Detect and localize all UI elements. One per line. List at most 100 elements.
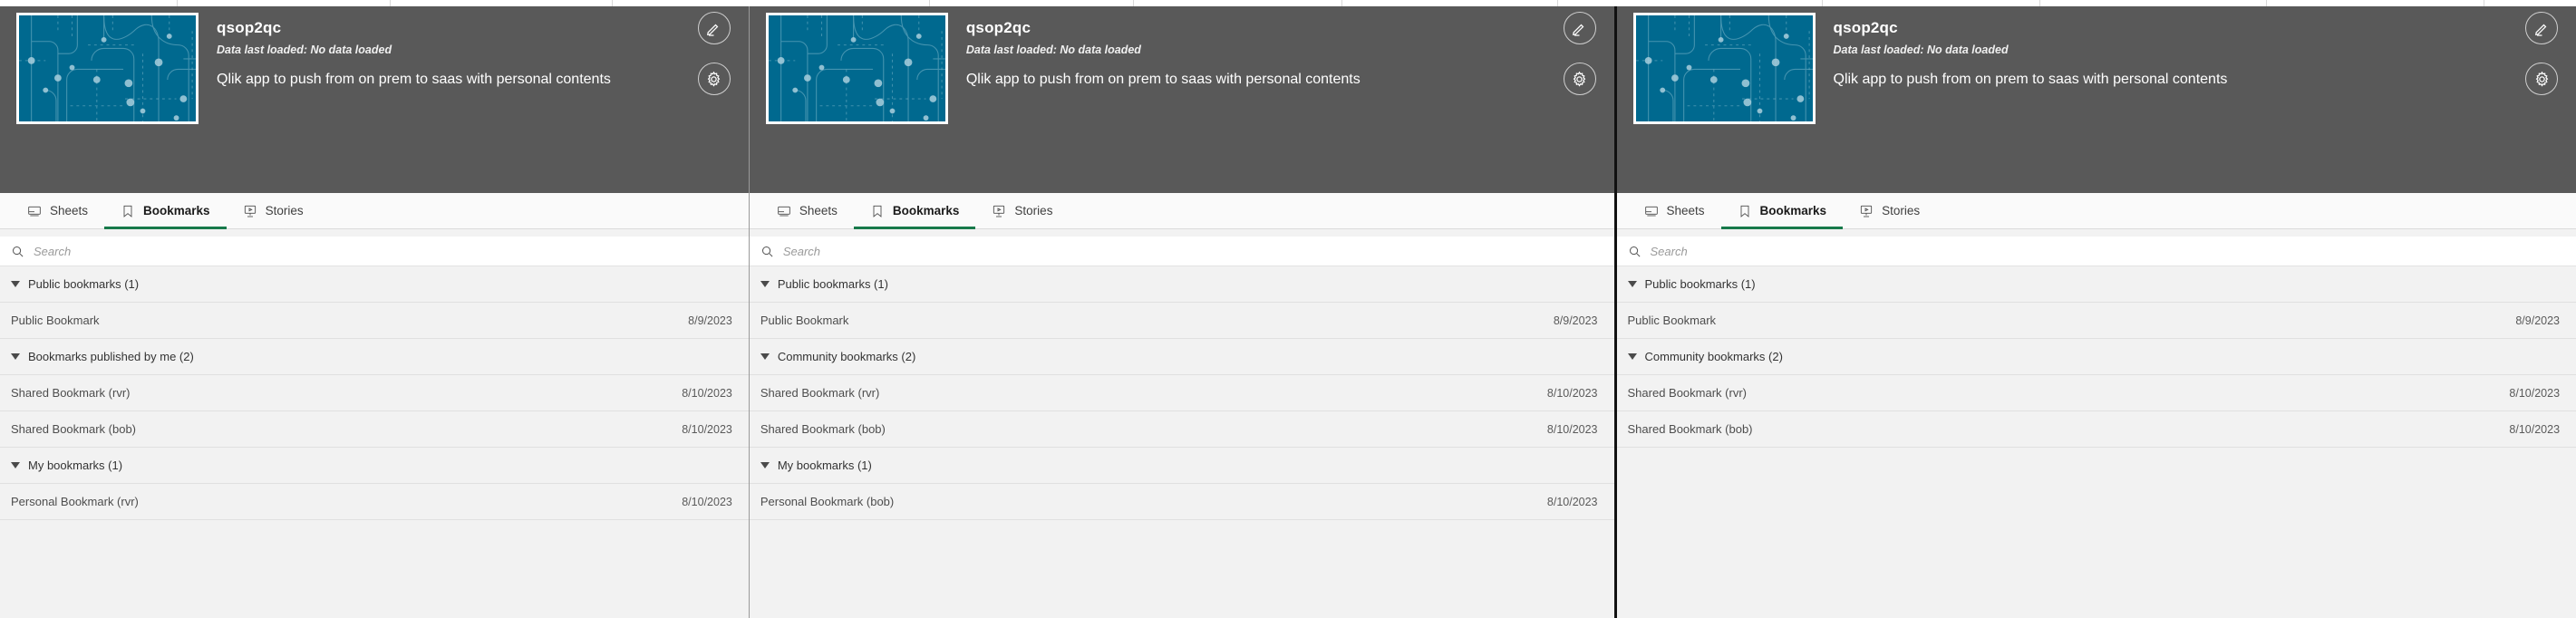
bookmark-name: Public Bookmark — [11, 314, 100, 327]
search-box[interactable] — [1616, 237, 2576, 266]
app-header-actions — [1563, 12, 1596, 113]
bookmark-group-header[interactable]: Community bookmarks (2) — [1616, 339, 2576, 375]
bookmark-row[interactable]: Public Bookmark 8/9/2023 — [749, 303, 1614, 339]
bookmark-row[interactable]: Personal Bookmark (bob) 8/10/2023 — [749, 484, 1614, 520]
bookmark-name: Shared Bookmark (rvr) — [760, 386, 880, 400]
gear-icon — [1573, 71, 1586, 87]
app-title: qsop2qc — [1833, 19, 1898, 36]
bookmark-group-header[interactable]: Public bookmarks (1) — [0, 266, 749, 303]
tab-sheets[interactable]: Sheets — [11, 193, 104, 228]
app-meta: qsop2qc Data last loaded: No data loaded… — [217, 13, 611, 88]
app-thumbnail — [765, 13, 948, 124]
app-settings-button[interactable] — [2525, 63, 2559, 95]
tab-stories[interactable]: Stories — [1843, 193, 1936, 228]
bookmark-group-header[interactable]: Public bookmarks (1) — [749, 266, 1614, 303]
bookmark-row[interactable]: Shared Bookmark (rvr) 8/10/2023 — [1616, 375, 2576, 411]
bookmark-row[interactable]: Shared Bookmark (bob) 8/10/2023 — [0, 411, 749, 448]
bookmark-name: Shared Bookmark (rvr) — [1627, 386, 1747, 400]
bookmark-group-header[interactable]: Public bookmarks (1) — [1616, 266, 2576, 303]
edit-app-button[interactable] — [697, 12, 731, 44]
app-settings-button[interactable] — [1563, 63, 1596, 95]
app-description: Qlik app to push from on prem to saas wi… — [965, 71, 1361, 87]
bookmark-group-header[interactable]: Bookmarks published by me (2) — [0, 339, 749, 375]
edit-app-button[interactable] — [1563, 12, 1596, 44]
search-input[interactable] — [34, 244, 749, 258]
search-icon — [761, 246, 773, 256]
bookmark-group-label: My bookmarks (1) — [777, 459, 872, 472]
tab-label: Stories — [1882, 204, 1921, 217]
bookmark-name: Personal Bookmark (bob) — [760, 495, 895, 508]
tab-bookmarks[interactable]: Bookmarks — [853, 193, 976, 229]
caret-down-icon[interactable] — [11, 281, 20, 287]
caret-down-icon[interactable] — [1627, 353, 1637, 360]
caret-down-icon[interactable] — [11, 462, 20, 468]
panel-3: qsop2qc Data last loaded: No data loaded… — [1616, 0, 2576, 618]
search-input[interactable] — [1650, 244, 2576, 258]
caret-down-icon[interactable] — [760, 281, 770, 287]
bookmark-group-header[interactable]: My bookmarks (1) — [0, 448, 749, 484]
bookmark-name: Public Bookmark — [760, 314, 849, 327]
app-meta: qsop2qc Data last loaded: No data loaded… — [966, 13, 1361, 88]
gear-icon — [708, 71, 721, 87]
app-header: qsop2qc Data last loaded: No data loaded… — [0, 0, 749, 193]
bookmark-name: Shared Bookmark (rvr) — [11, 386, 131, 400]
tab-label: Stories — [265, 204, 304, 217]
tab-sheets[interactable]: Sheets — [1628, 193, 1721, 228]
bookmark-row[interactable]: Shared Bookmark (bob) 8/10/2023 — [749, 411, 1614, 448]
app-title: qsop2qc — [217, 19, 282, 36]
bookmark-group-label: Public bookmarks (1) — [777, 277, 888, 291]
tab-bookmarks[interactable]: Bookmarks — [1720, 193, 1844, 229]
caret-down-icon[interactable] — [760, 462, 770, 468]
bookmark-row[interactable]: Public Bookmark 8/9/2023 — [1616, 303, 2576, 339]
app-header: qsop2qc Data last loaded: No data loaded… — [1616, 0, 2576, 193]
bookmark-list: Public bookmarks (1) Public Bookmark 8/9/2… — [749, 266, 1614, 618]
tab-bookmarks[interactable]: Bookmarks — [104, 193, 227, 229]
bookmark-date: 8/10/2023 — [682, 495, 732, 508]
caret-down-icon[interactable] — [760, 353, 770, 360]
search-icon — [1629, 246, 1640, 256]
bookmark-row[interactable]: Shared Bookmark (bob) 8/10/2023 — [1616, 411, 2576, 448]
panel-1: qsop2qc Data last loaded: No data loaded… — [0, 0, 749, 618]
app-meta: qsop2qc Data last loaded: No data loaded… — [1834, 13, 2228, 88]
bookmark-row[interactable]: Personal Bookmark (rvr) 8/10/2023 — [0, 484, 749, 520]
search-box[interactable] — [749, 237, 1614, 266]
search-box[interactable] — [0, 237, 749, 266]
tab-stories[interactable]: Stories — [975, 193, 1069, 228]
sheets-icon — [1644, 204, 1659, 218]
app-settings-button[interactable] — [697, 63, 731, 95]
bookmark-list: Public bookmarks (1) Public Bookmark 8/9/2… — [1616, 266, 2576, 618]
three-panel-comparison: qsop2qc Data last loaded: No data loaded… — [0, 0, 2576, 618]
bookmark-list: Public bookmarks (1) Public Bookmark 8/9/2… — [0, 266, 749, 618]
bookmark-date: 8/10/2023 — [682, 386, 732, 400]
pencil-icon — [1573, 24, 1584, 36]
section-tabbar: Sheets Bookmarks Stories — [0, 193, 749, 229]
bookmark-row[interactable]: Public Bookmark 8/9/2023 — [0, 303, 749, 339]
bookmark-group-header[interactable]: Community bookmarks (2) — [749, 339, 1614, 375]
bookmark-group-label: Community bookmarks (2) — [777, 350, 916, 363]
bookmark-date: 8/9/2023 — [1553, 314, 1598, 327]
bookmark-group-header[interactable]: My bookmarks (1) — [749, 448, 1614, 484]
app-thumbnail — [16, 13, 199, 124]
tab-label: Sheets — [1666, 204, 1705, 217]
bookmark-date: 8/10/2023 — [2509, 386, 2561, 400]
bookmark-row[interactable]: Shared Bookmark (rvr) 8/10/2023 — [0, 375, 749, 411]
search-area — [1616, 229, 2576, 266]
tab-stories[interactable]: Stories — [227, 193, 320, 228]
edit-app-button[interactable] — [2525, 12, 2559, 44]
tab-sheets[interactable]: Sheets — [760, 193, 854, 228]
bookmark-name: Shared Bookmark (bob) — [760, 422, 886, 436]
bookmark-name: Public Bookmark — [1627, 314, 1717, 327]
app-last-loaded: Data last loaded: No data loaded — [217, 43, 392, 56]
bookmark-date: 8/9/2023 — [688, 314, 732, 327]
app-title: qsop2qc — [965, 19, 1031, 36]
bookmark-row[interactable]: Shared Bookmark (rvr) 8/10/2023 — [749, 375, 1614, 411]
caret-down-icon[interactable] — [1627, 281, 1637, 287]
caret-down-icon[interactable] — [11, 353, 20, 360]
search-input[interactable] — [782, 244, 1614, 258]
tab-label: Stories — [1014, 204, 1053, 217]
bookmark-group-label: Community bookmarks (2) — [1644, 350, 1783, 363]
section-tabbar: Sheets Bookmarks Stories — [749, 193, 1614, 229]
story-icon — [243, 204, 257, 218]
tab-label: Bookmarks — [1759, 204, 1827, 217]
tab-label: Bookmarks — [143, 204, 210, 217]
